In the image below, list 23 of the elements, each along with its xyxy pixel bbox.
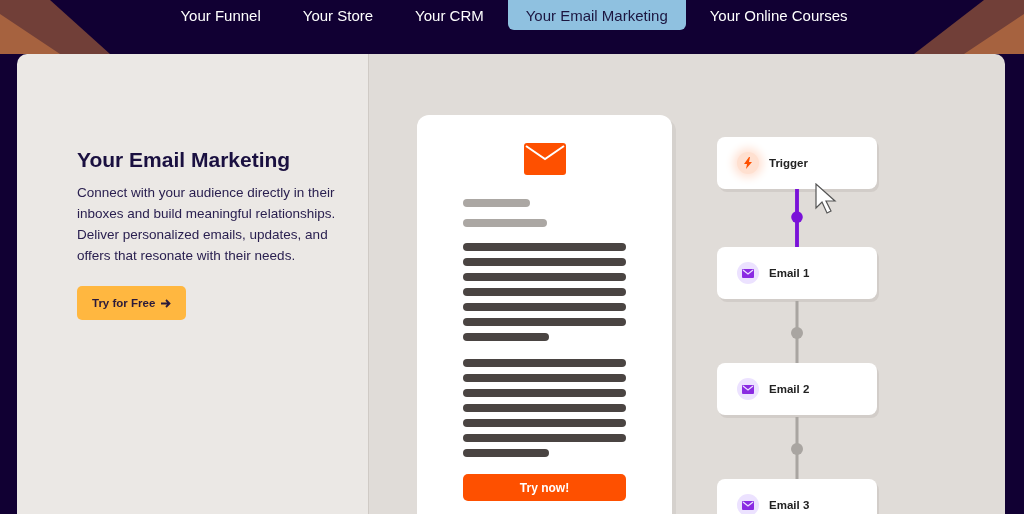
connector-line xyxy=(791,189,803,247)
workflow-step[interactable]: Email 3 xyxy=(717,479,877,514)
envelope-icon xyxy=(742,384,754,394)
lightning-icon xyxy=(743,157,753,169)
connector-line xyxy=(791,299,803,363)
workflow-step[interactable]: Email 1 xyxy=(717,247,877,299)
envelope-icon xyxy=(523,143,566,175)
cursor-icon xyxy=(815,183,837,215)
nav-tab[interactable]: Your Funnel xyxy=(162,0,279,30)
nav-tab[interactable]: Your Email Marketing xyxy=(507,0,686,30)
nav-tab[interactable]: Your CRM xyxy=(397,0,502,30)
section-heading: Your Email Marketing xyxy=(77,148,291,172)
placeholder-line xyxy=(463,199,530,207)
workflow-step[interactable]: Trigger xyxy=(717,137,877,189)
envelope-icon xyxy=(742,500,754,510)
connector-line xyxy=(791,415,803,479)
envelope-icon xyxy=(742,268,754,278)
try-for-free-button[interactable]: Try for Free xyxy=(77,286,187,320)
section-description: Connect with your audience directly in their inboxes and build meaningful relationships. Deliver personalized emails, updates, and offers that resonate with their needs. xyxy=(77,184,337,265)
workflow-step[interactable]: Email 2 xyxy=(717,363,877,415)
arrow-right-icon xyxy=(161,298,172,308)
nav-tab[interactable]: Your Online Courses xyxy=(691,0,866,30)
nav-tab[interactable]: Your Store xyxy=(284,0,392,30)
